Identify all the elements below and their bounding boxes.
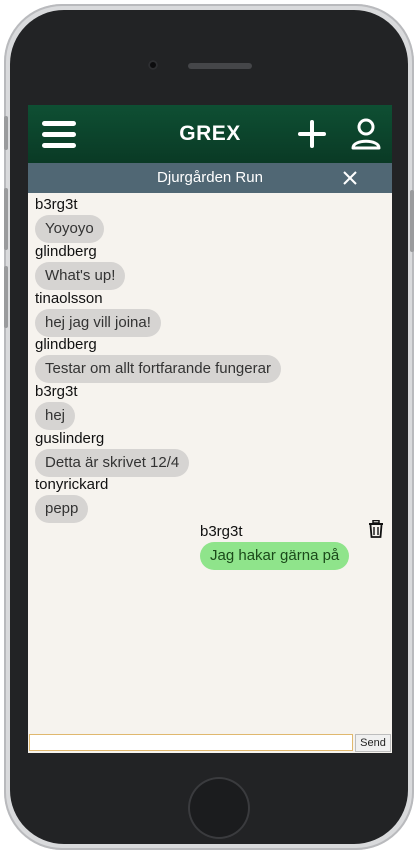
message-bubble: hej jag vill joina!: [35, 309, 161, 337]
message-item: glindberg What's up!: [35, 243, 126, 290]
message-bubble: hej: [35, 402, 76, 430]
message-item: glindberg Testar om allt fortfarande fun…: [35, 336, 281, 383]
message-bubble: Yoyoyo: [35, 215, 104, 243]
room-bar: Djurgården Run: [28, 163, 392, 193]
close-icon[interactable]: [341, 169, 359, 187]
message-item: b3rg3t hej: [35, 383, 78, 430]
app-header: GREX: [28, 105, 392, 163]
plus-icon[interactable]: [298, 120, 326, 148]
message-item: b3rg3t Yoyoyo: [35, 196, 104, 243]
own-message-bubble: Jag hakar gärna på: [200, 542, 350, 570]
message-username: glindberg: [35, 243, 97, 260]
home-button[interactable]: [188, 777, 250, 839]
message-username: tinaolsson: [35, 290, 103, 307]
message-bubble: What's up!: [35, 262, 126, 290]
message-username: b3rg3t: [35, 383, 78, 400]
message-username: b3rg3t: [35, 196, 78, 213]
message-item: tonyrickard pepp: [35, 476, 108, 523]
message-bubble: pepp: [35, 495, 89, 523]
app-title: GREX: [179, 122, 241, 145]
power-button: [410, 190, 414, 252]
message-username: glindberg: [35, 336, 97, 353]
message-composer: Send: [28, 733, 392, 753]
message-username: b3rg3t: [200, 523, 243, 540]
volume-down-button: [4, 266, 8, 328]
message-bubble: Testar om allt fortfarande fungerar: [35, 355, 281, 383]
message-input[interactable]: [29, 734, 353, 751]
room-title: Djurgården Run: [157, 169, 263, 186]
user-icon[interactable]: [351, 118, 381, 150]
app-screen: GREX Djurgården Run b3rg3t Yoyoyo glindb…: [28, 105, 392, 753]
earpiece-speaker: [188, 63, 252, 69]
send-button[interactable]: Send: [355, 734, 391, 752]
message-bubble: Detta är skrivet 12/4: [35, 449, 190, 477]
message-list: b3rg3t Yoyoyo glindberg What's up! tinao…: [28, 193, 392, 733]
message-item: guslinderg Detta är skrivet 12/4: [35, 430, 190, 477]
message-username: guslinderg: [35, 430, 105, 447]
message-item: tinaolsson hej jag vill joina!: [35, 290, 161, 337]
volume-up-button: [4, 188, 8, 250]
front-camera: [148, 60, 158, 70]
own-message-item: b3rg3t Jag hakar gärna på: [200, 523, 350, 570]
message-username: tonyrickard: [35, 476, 109, 493]
trash-icon[interactable]: [368, 519, 384, 538]
mute-switch: [4, 116, 8, 150]
